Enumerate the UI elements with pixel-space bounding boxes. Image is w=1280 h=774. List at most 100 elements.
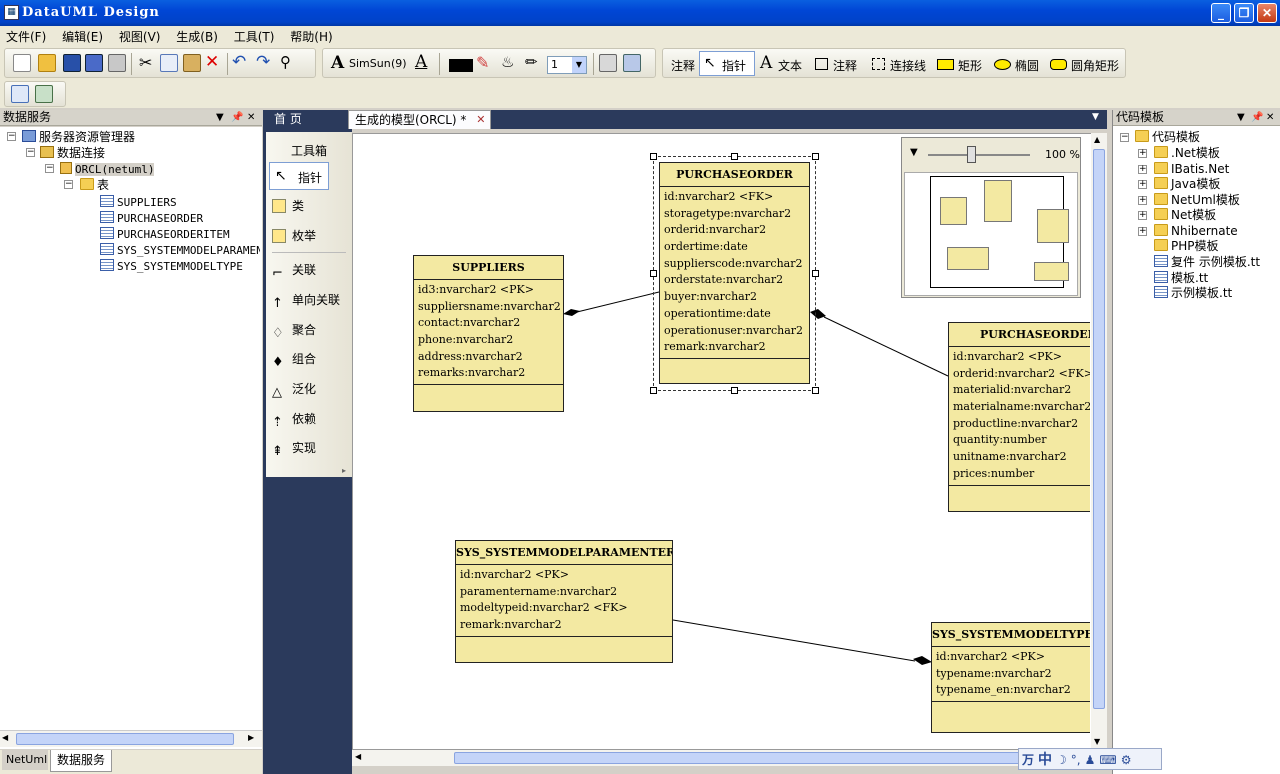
- entity-field: address:nvarchar2: [418, 349, 523, 363]
- template-folder[interactable]: IBatis.Net: [1154, 161, 1229, 177]
- template-file[interactable]: 复件 示例模板.tt: [1154, 254, 1260, 270]
- entity-field: typename:nvarchar2: [936, 666, 1052, 680]
- template-folder[interactable]: Nhibernate: [1154, 223, 1238, 239]
- entity-field: quantity:number: [953, 433, 1047, 447]
- settings-icon[interactable]: ⚙: [1121, 753, 1132, 767]
- entity-title: SYS_SYSTEMMODELTYPE: [932, 623, 1090, 647]
- entity-field: orderstate:nvarchar2: [664, 273, 784, 287]
- template-file[interactable]: 示例模板.tt: [1154, 285, 1232, 301]
- entity-fields: id:nvarchar2 <PK> orderid:nvarchar2 <FK>…: [949, 347, 1090, 486]
- template-file[interactable]: 模板.tt: [1154, 270, 1208, 286]
- canvas-vertical-scrollbar[interactable]: ▲ ▼: [1091, 133, 1107, 750]
- entity-title: PURCHASEORDER: [660, 163, 809, 187]
- composition-diamond: [913, 656, 932, 665]
- overview-panel: ▼ 100 %: [901, 137, 1081, 298]
- entity-sys-systemmodelparamenter[interactable]: SYS_SYSTEMMODELPARAMENTER id:nvarchar2 <…: [455, 540, 673, 663]
- resize-handle[interactable]: [731, 387, 738, 394]
- entity-field: phone:nvarchar2: [418, 333, 514, 347]
- panel-menu-icon[interactable]: ▼: [1237, 110, 1245, 125]
- ime-chinese[interactable]: 中: [1038, 749, 1052, 769]
- entity-field: buyer:nvarchar2: [664, 290, 757, 304]
- entity-title: SUPPLIERS: [414, 256, 563, 280]
- entity-field: id:nvarchar2 <PK>: [936, 650, 1045, 663]
- entity-field: modeltypeid:nvarchar2 <FK>: [460, 601, 628, 615]
- collapse-icon[interactable]: −: [1120, 133, 1129, 142]
- resize-handle[interactable]: [812, 387, 819, 394]
- resize-handle[interactable]: [731, 153, 738, 160]
- entity-field: id:nvarchar2 <PK>: [953, 350, 1062, 363]
- entity-purchaseorder[interactable]: PURCHASEORDER id:nvarchar2 <FK> storaget…: [659, 162, 810, 384]
- expand-icon[interactable]: +: [1138, 180, 1147, 189]
- entity-sys-systemmodeltype[interactable]: SYS_SYSTEMMODELTYPE id:nvarchar2 <PK> ty…: [931, 622, 1090, 733]
- folder-icon: [1135, 130, 1149, 142]
- template-folder[interactable]: Net模板: [1154, 207, 1216, 223]
- link-suppliers-purchaseorder: [576, 291, 660, 313]
- expand-icon[interactable]: +: [1138, 227, 1147, 236]
- scroll-thumb[interactable]: [1093, 149, 1105, 709]
- entity-field: contact:nvarchar2: [418, 316, 521, 330]
- template-folder[interactable]: NetUml模板: [1154, 192, 1240, 208]
- expand-icon[interactable]: +: [1138, 211, 1147, 220]
- folder-icon: [1154, 162, 1168, 174]
- template-root[interactable]: 代码模板: [1135, 129, 1200, 145]
- entity-title: PURCHASEORDERITEM: [949, 323, 1090, 347]
- entity-field: productline:nvarchar2: [953, 416, 1079, 430]
- entity-field: operationtime:date: [664, 306, 771, 320]
- entity-field: id3:nvarchar2 <PK>: [418, 283, 534, 296]
- minimap-entity: [984, 180, 1012, 222]
- template-folder[interactable]: PHP模板: [1154, 238, 1219, 254]
- template-folder[interactable]: Java模板: [1154, 176, 1220, 192]
- composition-diamond: [563, 309, 580, 316]
- expand-icon[interactable]: +: [1138, 196, 1147, 205]
- zoom-slider-track[interactable]: [928, 154, 1030, 156]
- expand-icon[interactable]: +: [1138, 149, 1147, 158]
- moon-icon[interactable]: ☽: [1056, 753, 1067, 767]
- resize-handle[interactable]: [650, 387, 657, 394]
- entity-fields: id:nvarchar2 <PK> paramentername:nvarcha…: [456, 565, 672, 637]
- pin-icon[interactable]: 📌: [1251, 110, 1263, 125]
- entity-field: remark:nvarchar2: [664, 340, 766, 354]
- folder-icon: [1154, 224, 1168, 236]
- ime-mode[interactable]: 万: [1022, 751, 1034, 768]
- code-template-title: 代码模板: [1116, 110, 1165, 124]
- entity-field: id:nvarchar2 <PK>: [460, 568, 569, 581]
- entity-fields: id:nvarchar2 <PK> typename:nvarchar2 typ…: [932, 647, 1090, 703]
- folder-icon: [1154, 177, 1168, 189]
- scroll-down-icon[interactable]: ▼: [1094, 737, 1100, 746]
- link-purchaseorder-item: [823, 316, 949, 377]
- entity-fields: id:nvarchar2 <FK> storagetype:nvarchar2 …: [660, 187, 809, 359]
- resize-handle[interactable]: [650, 153, 657, 160]
- keyboard-icon[interactable]: ⌨: [1099, 753, 1116, 767]
- folder-icon: [1154, 193, 1168, 205]
- resize-handle[interactable]: [812, 153, 819, 160]
- panel-close-icon[interactable]: ✕: [1266, 110, 1274, 125]
- overview-minimap[interactable]: [904, 172, 1078, 296]
- folder-icon: [1154, 239, 1168, 251]
- resize-handle[interactable]: [650, 270, 657, 277]
- folder-icon: [1154, 208, 1168, 220]
- folder-icon: [1154, 146, 1168, 158]
- minimap-entity: [947, 247, 989, 270]
- template-folder[interactable]: .Net模板: [1154, 145, 1220, 161]
- overview-menu-icon[interactable]: ▼: [910, 147, 918, 158]
- entity-field: supplierscode:nvarchar2: [664, 256, 803, 270]
- canvas-horizontal-scrollbar[interactable]: ◀: [352, 750, 1092, 766]
- entity-field: remark:nvarchar2: [460, 618, 562, 632]
- zoom-slider-thumb[interactable]: [967, 146, 976, 163]
- resize-handle[interactable]: [812, 270, 819, 277]
- expand-icon[interactable]: +: [1138, 165, 1147, 174]
- file-icon: [1154, 255, 1168, 267]
- minimap-entity: [1037, 209, 1069, 243]
- entity-suppliers[interactable]: SUPPLIERS id3:nvarchar2 <PK> suppliersna…: [413, 255, 564, 412]
- entity-field: paramentername:nvarchar2: [460, 584, 618, 598]
- entity-purchaseorderitem[interactable]: PURCHASEORDERITEM id:nvarchar2 <PK> orde…: [948, 322, 1090, 512]
- entity-field: storagetype:nvarchar2: [664, 206, 792, 220]
- scroll-thumb[interactable]: [454, 752, 1032, 764]
- code-template-header: 代码模板 ▼ 📌 ✕: [1113, 110, 1280, 126]
- person-icon[interactable]: ♟: [1085, 753, 1096, 767]
- scroll-left-icon[interactable]: ◀: [355, 752, 361, 761]
- scroll-up-icon[interactable]: ▲: [1094, 135, 1100, 144]
- entity-field: remarks:nvarchar2: [418, 366, 526, 380]
- punctuation-icon[interactable]: °,: [1071, 753, 1081, 767]
- minimap-entity: [940, 197, 967, 225]
